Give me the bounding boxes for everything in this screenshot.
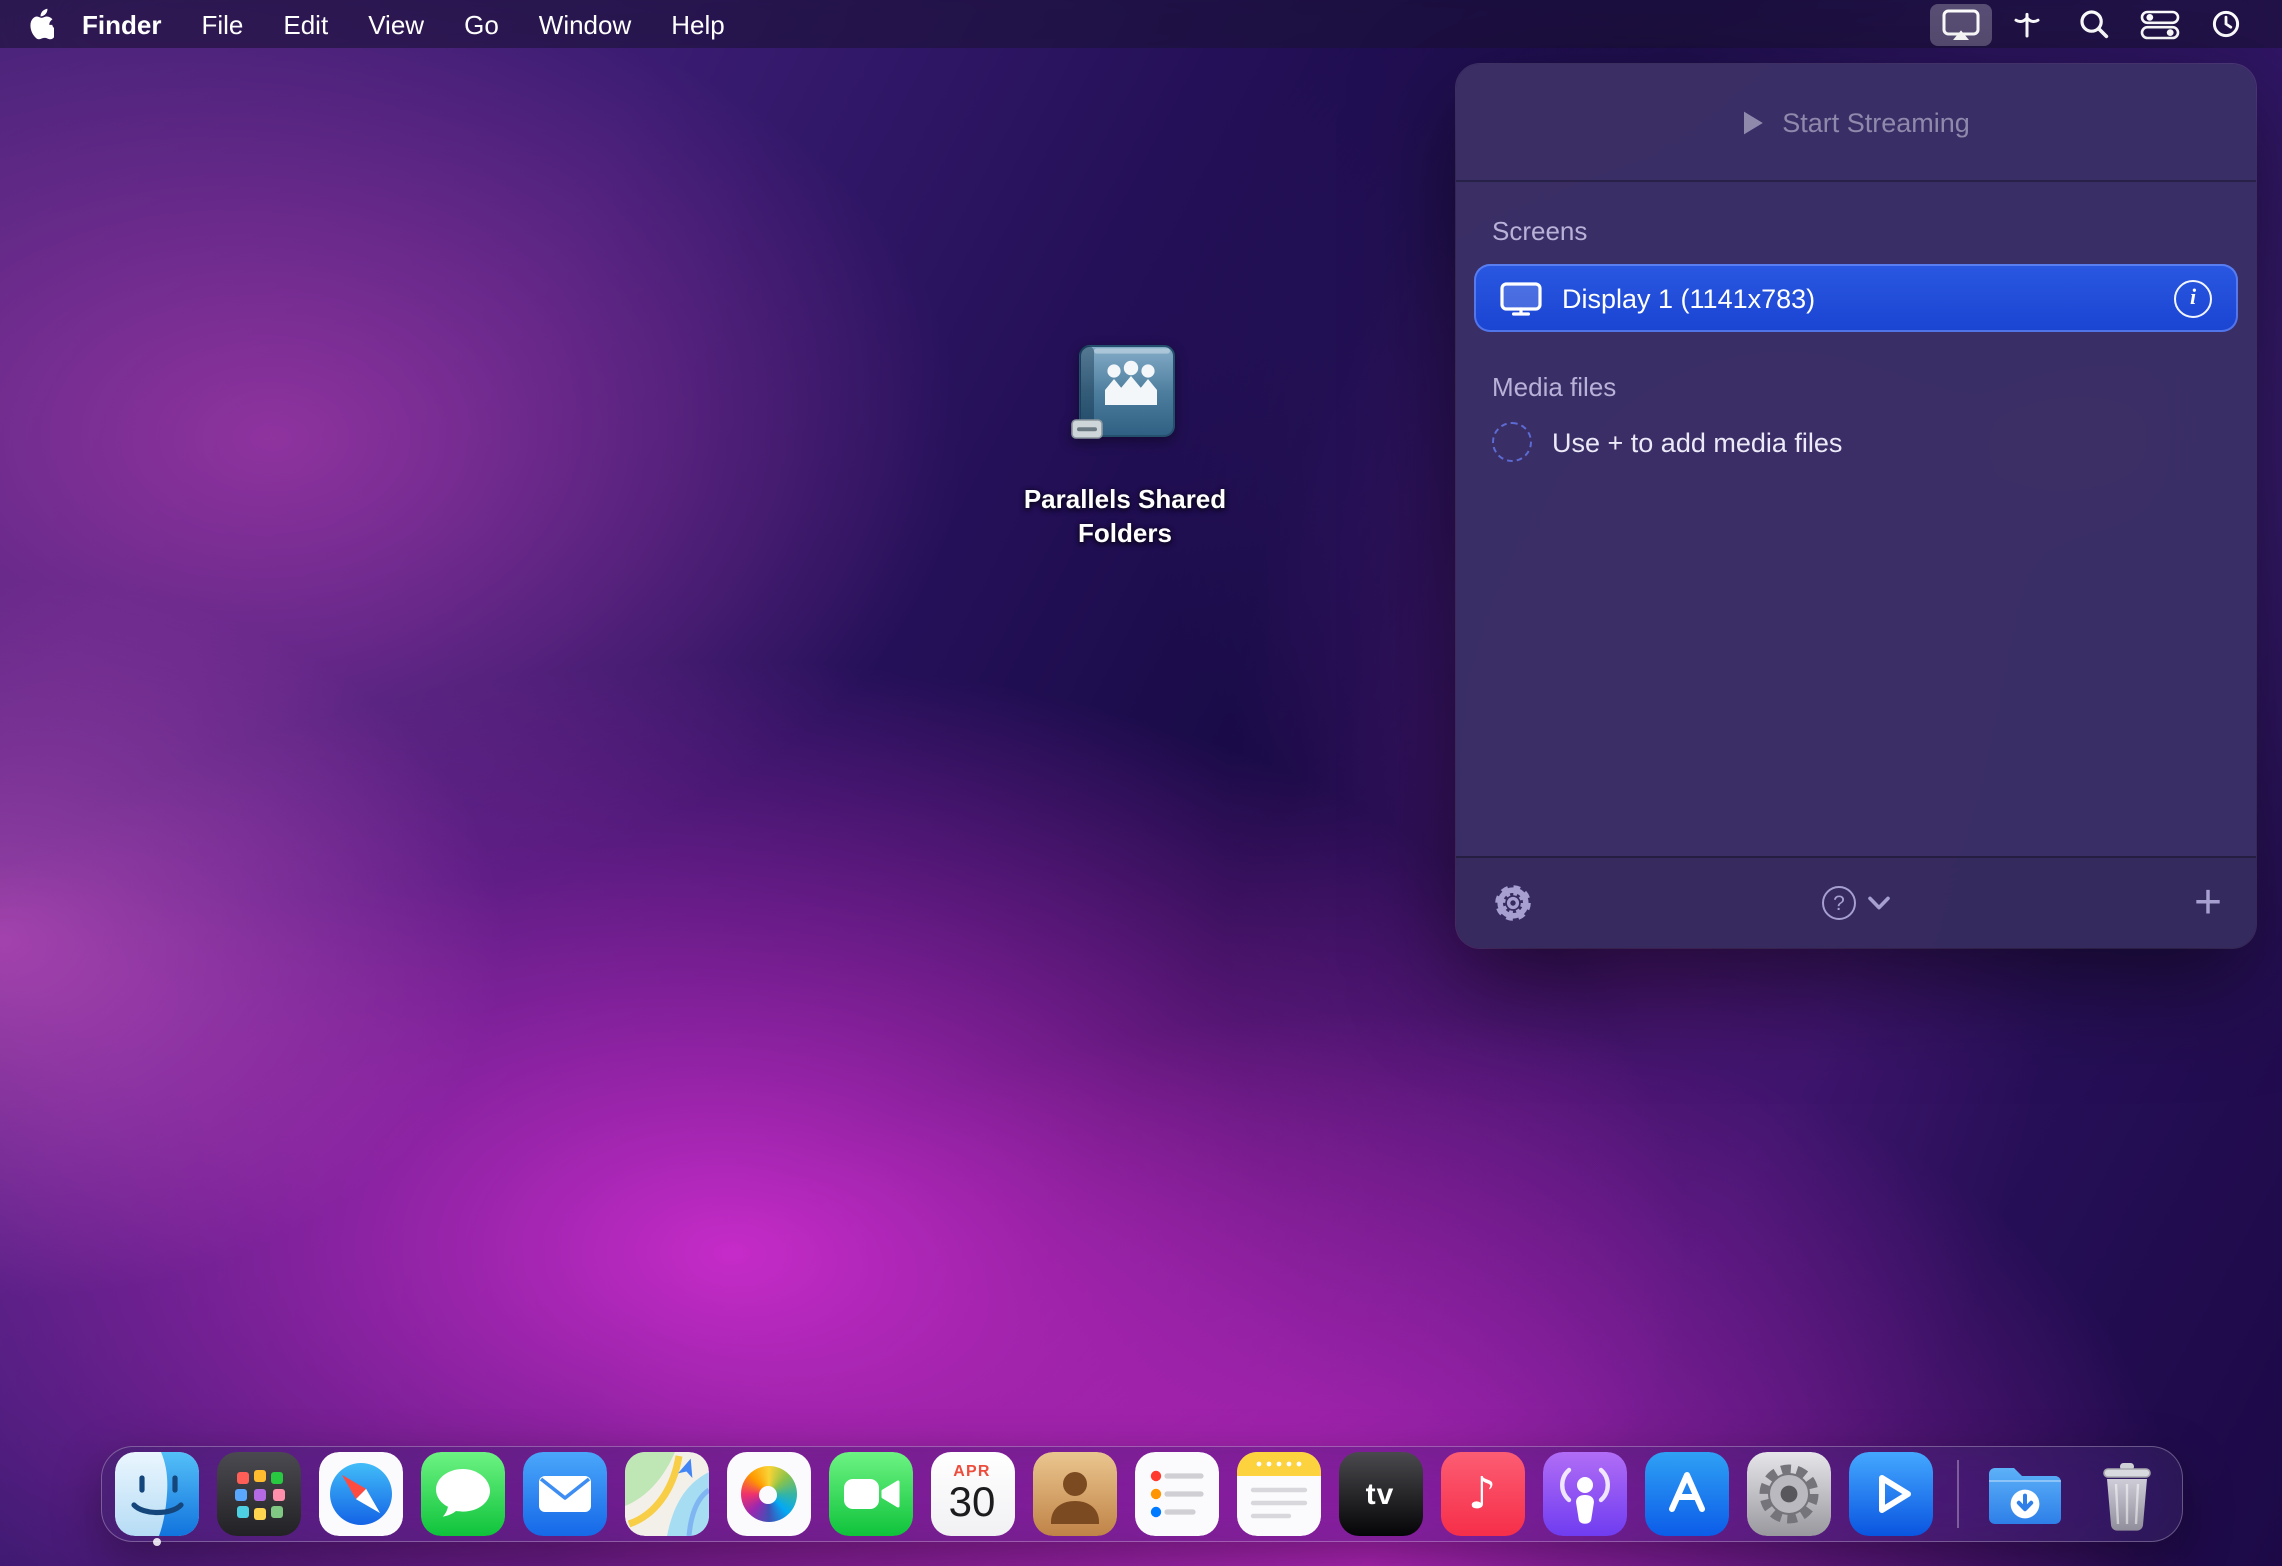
dock: APR 30 xyxy=(100,1446,2182,1542)
dock-item-finder[interactable] xyxy=(114,1452,198,1536)
play-icon xyxy=(1742,109,1764,135)
clock-icon[interactable] xyxy=(2192,2,2258,46)
dock-item-tv[interactable]: tv xyxy=(1338,1452,1422,1536)
dock-item-streaming-app[interactable] xyxy=(1848,1452,1932,1536)
dock-item-contacts[interactable] xyxy=(1032,1452,1116,1536)
calendar-day: 30 xyxy=(949,1479,996,1525)
menu-window[interactable]: Window xyxy=(519,9,652,39)
dock-item-reminders[interactable] xyxy=(1134,1452,1218,1536)
facetime-icon xyxy=(828,1452,912,1536)
photos-pinwheel xyxy=(740,1466,796,1522)
menu-bar: Finder File Edit View Go Window Help xyxy=(0,0,2282,48)
streaming-app-icon xyxy=(1848,1452,1932,1536)
screen: Finder File Edit View Go Window Help xyxy=(0,0,2282,1566)
podcasts-icon xyxy=(1542,1452,1626,1536)
chevron-down-icon xyxy=(1868,896,1890,910)
music-note-glyph: ♪ xyxy=(1468,1469,1496,1519)
desktop-item-parallels-shared-folders[interactable]: Parallels Shared Folders xyxy=(1012,340,1238,550)
menu-edit[interactable]: Edit xyxy=(263,9,348,39)
gear-icon xyxy=(1492,882,1534,924)
system-preferences-icon xyxy=(1746,1452,1830,1536)
apple-logo-icon xyxy=(28,8,54,40)
contacts-icon xyxy=(1032,1452,1116,1536)
help-button[interactable]: ? xyxy=(1822,886,1890,920)
dock-item-music[interactable]: ♪ xyxy=(1440,1452,1524,1536)
dock-divider xyxy=(1956,1460,1958,1528)
finder-icon xyxy=(114,1452,198,1536)
apple-tv-icon: tv xyxy=(1338,1452,1422,1536)
reminders-icon xyxy=(1134,1452,1218,1536)
downloads-folder-icon xyxy=(1982,1452,2066,1536)
running-indicator xyxy=(152,1538,160,1546)
app-store-icon xyxy=(1644,1452,1728,1536)
popover-footer: ? + xyxy=(1456,856,2256,948)
display-label: Display 1 (1141x783) xyxy=(1562,283,2154,313)
music-icon: ♪ xyxy=(1440,1452,1524,1536)
add-media-button[interactable]: + xyxy=(2194,879,2222,927)
dock-item-facetime[interactable] xyxy=(828,1452,912,1536)
menu-help[interactable]: Help xyxy=(651,9,745,39)
menu-go[interactable]: Go xyxy=(444,9,519,39)
control-center-icon[interactable] xyxy=(2126,2,2192,46)
help-icon: ? xyxy=(1822,886,1856,920)
popover-header: Start Streaming xyxy=(1456,64,2256,182)
calendar-month: APR xyxy=(953,1461,990,1479)
mail-icon xyxy=(522,1452,606,1536)
display-list-item[interactable]: Display 1 (1141x783) i xyxy=(1474,264,2238,332)
shared-folders-icon xyxy=(1067,340,1183,458)
safari-icon xyxy=(318,1452,402,1536)
spotlight-icon[interactable] xyxy=(2060,2,2126,46)
dock-item-mail[interactable] xyxy=(522,1452,606,1536)
info-button[interactable]: i xyxy=(2174,279,2212,317)
start-streaming-label: Start Streaming xyxy=(1782,107,1970,137)
dock-item-notes[interactable] xyxy=(1236,1452,1320,1536)
dock-item-launchpad[interactable] xyxy=(216,1452,300,1536)
dock-item-maps[interactable] xyxy=(624,1452,708,1536)
dock-item-podcasts[interactable] xyxy=(1542,1452,1626,1536)
dock-item-photos[interactable] xyxy=(726,1452,810,1536)
dock-item-downloads[interactable] xyxy=(1982,1452,2066,1536)
empty-media-circle-icon xyxy=(1492,422,1532,462)
dock-item-trash[interactable] xyxy=(2084,1452,2168,1536)
screen-mirroring-icon[interactable] xyxy=(1930,3,1992,45)
messages-icon xyxy=(420,1452,504,1536)
trash-icon xyxy=(2084,1452,2168,1536)
start-streaming-button[interactable]: Start Streaming xyxy=(1742,107,1970,137)
tv-label: tv xyxy=(1366,1477,1395,1511)
display-icon xyxy=(1500,281,1542,315)
dock-item-system-preferences[interactable] xyxy=(1746,1452,1830,1536)
dock-item-calendar[interactable]: APR 30 xyxy=(930,1452,1014,1536)
dock-item-app-store[interactable] xyxy=(1644,1452,1728,1536)
apple-menu[interactable] xyxy=(0,8,70,40)
menu-finder[interactable]: Finder xyxy=(70,9,181,39)
calendar-icon: APR 30 xyxy=(930,1452,1014,1536)
dock-item-messages[interactable] xyxy=(420,1452,504,1536)
maps-icon xyxy=(624,1452,708,1536)
popover-body: Screens Display 1 (1141x783) i Media fil… xyxy=(1456,182,2256,856)
media-hint-row: Use + to add media files xyxy=(1492,422,2238,462)
launchpad-icon xyxy=(216,1452,300,1536)
screens-section-label: Screens xyxy=(1492,216,2238,246)
media-hint-text: Use + to add media files xyxy=(1552,427,1842,457)
settings-button[interactable] xyxy=(1492,882,1534,924)
dock-item-safari[interactable] xyxy=(318,1452,402,1536)
streaming-popover: Start Streaming Screens Display 1 (1141x… xyxy=(1456,64,2256,948)
media-files-section-label: Media files xyxy=(1492,372,2238,402)
photos-icon xyxy=(726,1452,810,1536)
menu-file[interactable]: File xyxy=(181,9,263,39)
menu-bar-status-area xyxy=(1928,2,2282,46)
desktop-icon-label: Parallels Shared Folders xyxy=(1012,484,1238,550)
notes-icon xyxy=(1236,1452,1320,1536)
menu-view[interactable]: View xyxy=(348,9,444,39)
menubar-extra-icon[interactable] xyxy=(1994,2,2060,46)
